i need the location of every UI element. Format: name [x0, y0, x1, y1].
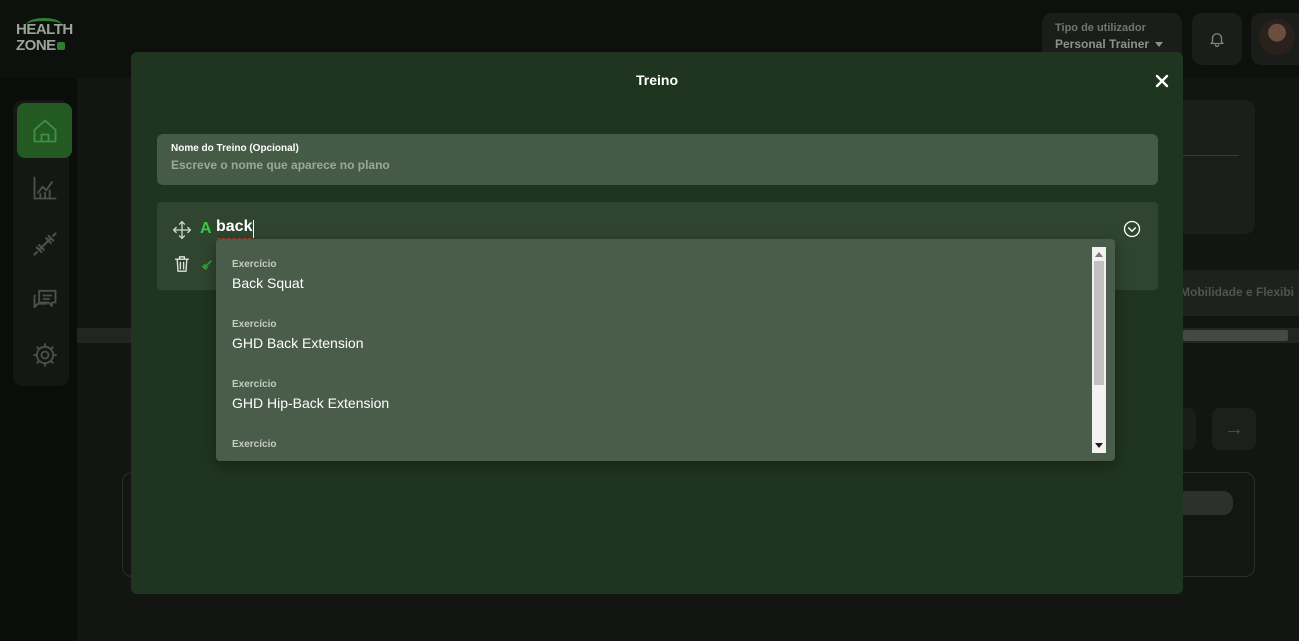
bell-icon: [1210, 33, 1224, 48]
suggestion-exercise-name: Back Squat: [232, 275, 304, 291]
triangle-down-icon: [1095, 443, 1103, 448]
logo-line-2-text: ZONE: [16, 37, 56, 54]
scroll-up-button[interactable]: [1092, 247, 1106, 261]
exercise-search-input[interactable]: [216, 218, 516, 236]
sidebar-item-stats[interactable]: [17, 160, 72, 215]
scrollbar-thumb[interactable]: [1094, 261, 1104, 385]
suggestion-item[interactable]: Exercício Back Squat: [216, 247, 1092, 307]
triangle-up-icon: [1095, 252, 1103, 257]
chart-icon: [33, 176, 56, 199]
suggestion-exercise-name: GHD Back Extension: [232, 335, 364, 351]
background-pill: [1175, 491, 1233, 515]
close-icon: [1155, 74, 1169, 88]
home-icon: [33, 119, 56, 142]
avatar: [1259, 19, 1295, 55]
dumbbell-icon[interactable]: [199, 254, 217, 274]
sidebar-item-workouts[interactable]: [17, 216, 72, 271]
sidebar-item-settings[interactable]: [17, 327, 72, 382]
workout-name-label: Nome do Treino (Opcional): [171, 143, 299, 154]
trash-icon[interactable]: [174, 255, 190, 273]
logo-arc: [26, 18, 62, 32]
logo: HEALTH ZONE: [16, 18, 76, 58]
background-category-text: Mobilidade e Flexibi: [1180, 285, 1295, 299]
user-type-label: Tipo de utilizador: [1055, 22, 1146, 34]
scroll-down-button[interactable]: [1092, 439, 1106, 453]
suggestion-item[interactable]: Exercício GHD Hip-Back Extension: [216, 367, 1092, 427]
logo-line-2: ZONE: [16, 38, 76, 54]
move-icon[interactable]: [172, 220, 192, 240]
chevron-down-icon[interactable]: [1123, 220, 1141, 238]
background-divider: [1183, 155, 1239, 156]
background-scrollbar-thumb[interactable]: [1183, 330, 1288, 341]
close-button[interactable]: [1153, 72, 1171, 90]
suggestion-type-label: Exercício: [232, 319, 277, 330]
arrow-right-icon: →: [1224, 417, 1244, 440]
exercise-letter: A: [200, 220, 212, 237]
notifications-button[interactable]: [1192, 13, 1242, 65]
exercise-suggestions-dropdown: Exercício Back Squat Exercício GHD Back …: [216, 239, 1115, 461]
sidebar-item-messages[interactable]: [17, 271, 72, 326]
suggestion-item[interactable]: Exercício GHD Back Extension: [216, 307, 1092, 367]
background-next-button[interactable]: →: [1212, 408, 1256, 450]
suggestions-list: Exercício Back Squat Exercício GHD Back …: [216, 239, 1092, 461]
suggestion-exercise-name: GHD Hip-Back Extension: [232, 395, 390, 411]
dropdown-scrollbar[interactable]: [1092, 247, 1106, 453]
messages-icon: [33, 289, 56, 308]
sidebar-item-home[interactable]: [17, 103, 72, 158]
dumbbell-icon: [32, 231, 57, 256]
workout-name-field[interactable]: Nome do Treino (Opcional): [157, 134, 1158, 185]
suggestion-type-label: Exercício: [232, 439, 277, 450]
suggestion-type-label: Exercício: [232, 259, 277, 270]
user-type-value: Personal Trainer: [1055, 37, 1169, 51]
suggestion-item[interactable]: Exercício: [216, 427, 1092, 461]
text-caret: [253, 220, 254, 238]
suggestion-type-label: Exercício: [232, 379, 277, 390]
workout-name-input[interactable]: [171, 158, 1144, 172]
logo-plus-icon: [56, 42, 65, 50]
modal-title: Treino: [635, 72, 678, 88]
profile-button[interactable]: [1251, 13, 1299, 65]
settings-icon: [32, 342, 57, 367]
